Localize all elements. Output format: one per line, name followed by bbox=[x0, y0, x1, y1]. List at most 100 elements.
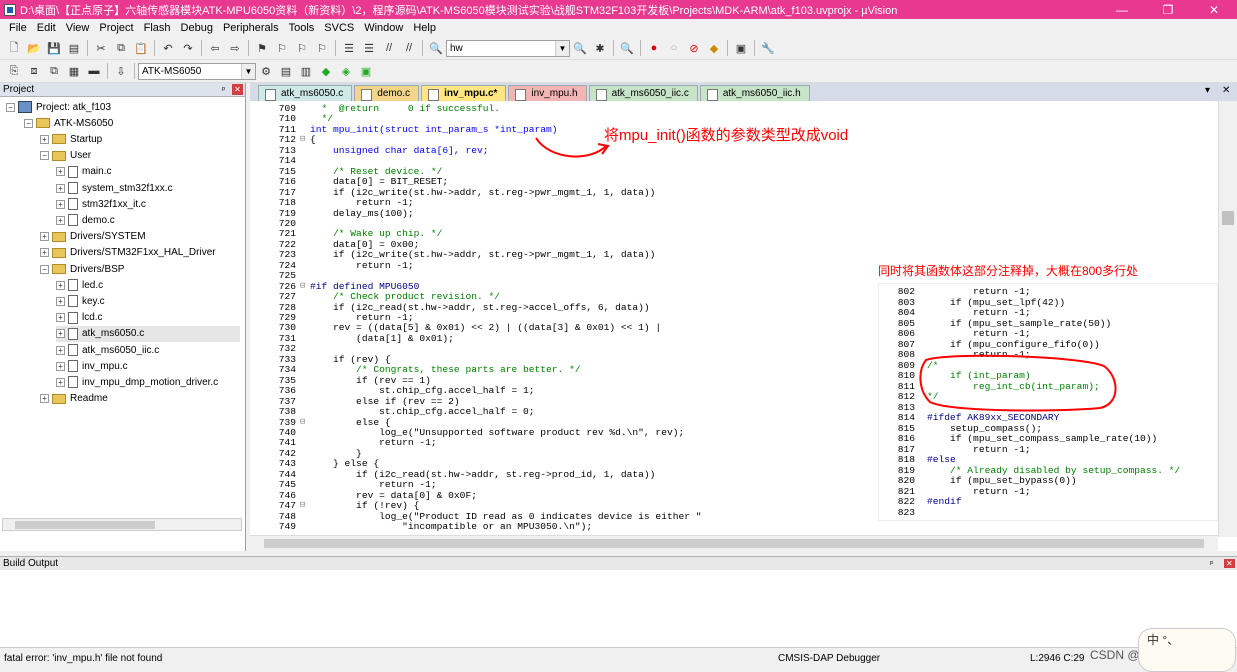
menu-svcs[interactable]: SVCS bbox=[319, 22, 359, 34]
chevron-down-icon[interactable]: ▼ bbox=[241, 63, 255, 79]
editor-tab[interactable]: demo.c bbox=[354, 85, 420, 101]
cut-icon[interactable]: ✂ bbox=[92, 39, 110, 57]
expand-icon[interactable]: + bbox=[40, 248, 49, 258]
tab-close-icon[interactable]: ✕ bbox=[1222, 85, 1230, 96]
tree-item[interactable]: + Drivers/SYSTEM bbox=[40, 229, 240, 245]
fold-marker[interactable]: ⊟ bbox=[300, 134, 308, 144]
menu-tools[interactable]: Tools bbox=[284, 22, 320, 34]
manage-components-icon[interactable]: ▤ bbox=[277, 62, 295, 80]
indent-icon[interactable]: ☰ bbox=[340, 39, 358, 57]
uncomment-icon[interactable]: // bbox=[400, 39, 418, 57]
fold-marker[interactable]: ⊟ bbox=[300, 281, 308, 291]
editor-hscrollbar[interactable] bbox=[250, 535, 1218, 551]
editor-tab[interactable]: atk_ms6050.c bbox=[258, 85, 353, 101]
menu-view[interactable]: View bbox=[61, 22, 95, 34]
editor-tab[interactable]: inv_mpu.h bbox=[508, 85, 587, 101]
configure-icon[interactable]: 🔧 bbox=[759, 39, 777, 57]
copy-icon[interactable]: ⧉ bbox=[112, 39, 130, 57]
target-select[interactable]: ATK-MS6050 ▼ bbox=[138, 62, 256, 80]
paste-icon[interactable]: 📋 bbox=[132, 39, 150, 57]
expand-icon[interactable]: + bbox=[56, 345, 65, 355]
collapse-icon[interactable]: − bbox=[40, 264, 49, 274]
comment-icon[interactable]: // bbox=[380, 39, 398, 57]
new-file-icon[interactable]: 🗋 bbox=[5, 39, 23, 57]
tree-item[interactable]: + key.c bbox=[56, 293, 240, 309]
panel-close-icon[interactable]: ✕ bbox=[232, 84, 243, 95]
expand-icon[interactable]: + bbox=[56, 313, 65, 323]
search-combo[interactable]: hw ▼ bbox=[446, 39, 570, 57]
pin-icon[interactable]: ᵖ bbox=[218, 84, 229, 95]
fold-marker[interactable]: ⊟ bbox=[300, 417, 308, 427]
bookmark-clear-icon[interactable]: ⚐ bbox=[313, 39, 331, 57]
menu-peripherals[interactable]: Peripherals bbox=[218, 22, 284, 34]
tree-item[interactable]: + Drivers/STM32F1xx_HAL_Driver bbox=[40, 245, 240, 261]
menu-file[interactable]: File bbox=[4, 22, 32, 34]
menu-help[interactable]: Help bbox=[408, 22, 441, 34]
expand-icon[interactable]: + bbox=[40, 394, 49, 404]
maximize-button[interactable]: ❐ bbox=[1145, 0, 1191, 19]
tree-item[interactable]: + inv_mpu.c bbox=[56, 358, 240, 374]
bookmark-next-icon[interactable]: ⚐ bbox=[293, 39, 311, 57]
menu-debug[interactable]: Debug bbox=[176, 22, 218, 34]
breakpoint-disable-icon[interactable]: ⊘ bbox=[685, 39, 703, 57]
tree-item[interactable]: + atk_ms6050.c bbox=[56, 325, 240, 342]
breakpoint-enable-icon[interactable]: ○ bbox=[665, 39, 683, 57]
menu-window[interactable]: Window bbox=[359, 22, 408, 34]
translate-icon[interactable]: ⎘ bbox=[5, 62, 23, 80]
expand-icon[interactable]: + bbox=[56, 377, 65, 387]
tree-item[interactable]: − ATK-MS6050 bbox=[24, 115, 240, 131]
breakpoint-kill-icon[interactable]: ◆ bbox=[705, 39, 723, 57]
undo-icon[interactable]: ↶ bbox=[159, 39, 177, 57]
collapse-icon[interactable]: − bbox=[24, 118, 33, 128]
menu-edit[interactable]: Edit bbox=[32, 22, 61, 34]
tree-item[interactable]: + atk_ms6050_iic.c bbox=[56, 342, 240, 358]
find-in-files-icon[interactable]: 🔍 bbox=[427, 39, 445, 57]
build-output-pane[interactable] bbox=[0, 570, 1237, 648]
stop-build-icon[interactable]: ▬ bbox=[85, 62, 103, 80]
expand-icon[interactable]: + bbox=[56, 183, 65, 193]
tree-item[interactable]: + main.c bbox=[56, 164, 240, 180]
tree-item[interactable]: + led.c bbox=[56, 277, 240, 293]
window-layout-icon[interactable]: ▣ bbox=[732, 39, 750, 57]
menu-project[interactable]: Project bbox=[94, 22, 138, 34]
editor-vscrollbar[interactable] bbox=[1218, 101, 1237, 537]
open-folder-icon[interactable]: 📂 bbox=[25, 39, 43, 57]
nav-forward-icon[interactable]: ⇨ bbox=[226, 39, 244, 57]
editor-tab[interactable]: inv_mpu.c* bbox=[421, 85, 507, 101]
manage-rte-icon[interactable]: ◈ bbox=[337, 62, 355, 80]
expand-icon[interactable]: + bbox=[56, 280, 65, 290]
tree-item[interactable]: − Drivers/BSP bbox=[40, 261, 240, 277]
fold-marker[interactable]: ⊟ bbox=[300, 500, 308, 510]
expand-icon[interactable]: + bbox=[40, 134, 49, 144]
tree-item[interactable]: + lcd.c bbox=[56, 310, 240, 326]
nav-back-icon[interactable]: ⇦ bbox=[206, 39, 224, 57]
manage-project-items-icon[interactable]: ▥ bbox=[297, 62, 315, 80]
bookmark-prev-icon[interactable]: ⚐ bbox=[273, 39, 291, 57]
tab-list-icon[interactable]: ▾ bbox=[1205, 85, 1210, 96]
expand-icon[interactable]: + bbox=[56, 215, 65, 225]
tree-item[interactable]: + Startup bbox=[40, 131, 240, 147]
select-packs-icon[interactable]: ◆ bbox=[317, 62, 335, 80]
pack-installer-icon[interactable]: ▣ bbox=[357, 62, 375, 80]
batch-build-icon[interactable]: ▦ bbox=[65, 62, 83, 80]
chevron-down-icon[interactable]: ▼ bbox=[555, 40, 569, 56]
tree-item[interactable]: + inv_mpu_dmp_motion_driver.c bbox=[56, 374, 240, 390]
save-all-icon[interactable]: ▤ bbox=[65, 39, 83, 57]
close-button[interactable]: ✕ bbox=[1191, 0, 1237, 19]
tree-item[interactable]: + Readme bbox=[40, 391, 240, 407]
collapse-icon[interactable]: − bbox=[6, 102, 15, 112]
expand-icon[interactable]: + bbox=[56, 199, 65, 209]
find-icon[interactable]: 🔍 bbox=[571, 39, 589, 57]
redo-icon[interactable]: ↷ bbox=[179, 39, 197, 57]
collapse-icon[interactable]: − bbox=[40, 151, 49, 161]
editor-tab[interactable]: atk_ms6050_iic.h bbox=[699, 85, 810, 101]
expand-icon[interactable]: + bbox=[56, 296, 65, 306]
expand-icon[interactable]: + bbox=[56, 361, 65, 371]
expand-icon[interactable]: + bbox=[56, 167, 65, 177]
unindent-icon[interactable]: ☰ bbox=[360, 39, 378, 57]
pin-icon[interactable]: ᵖ bbox=[1210, 559, 1213, 568]
tree-item[interactable]: − Project: atk_f103 bbox=[6, 99, 240, 115]
debug-session-icon[interactable]: 🔍 bbox=[618, 39, 636, 57]
tree-item[interactable]: + stm32f1xx_it.c bbox=[56, 196, 240, 212]
bookmark-icon[interactable]: ⚑ bbox=[253, 39, 271, 57]
